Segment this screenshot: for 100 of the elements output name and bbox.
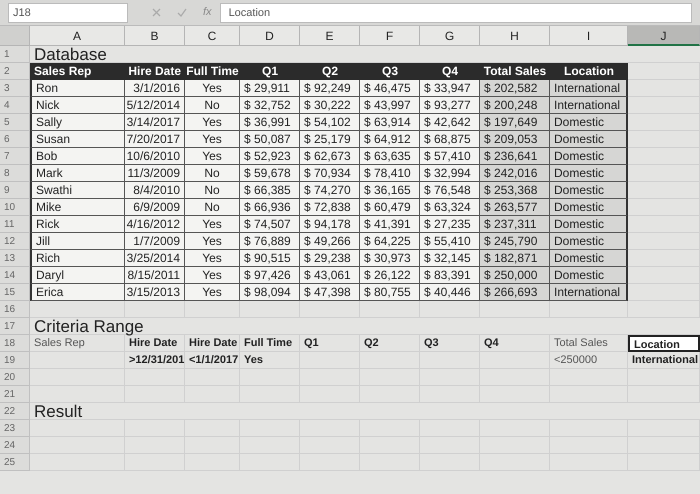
row-number[interactable]: 22 (0, 403, 30, 420)
table-cell: $ 62,673 (300, 148, 360, 165)
table-cell: Jill (30, 233, 125, 250)
empty-cell (185, 301, 240, 318)
table-cell: $ 60,479 (360, 199, 420, 216)
table-cell: Domestic (550, 216, 628, 233)
row-number[interactable]: 10 (0, 199, 30, 216)
row-number[interactable]: 14 (0, 267, 30, 284)
row-number[interactable]: 19 (0, 352, 30, 369)
insert-function-button[interactable]: fx (203, 4, 212, 21)
table-cell: Nick (30, 97, 125, 114)
checkmark-icon[interactable] (177, 8, 187, 17)
table-cell: Yes (185, 148, 240, 165)
table-cell: Yes (185, 216, 240, 233)
table-cell: $ 63,914 (360, 114, 420, 131)
table-cell: $ 43,061 (300, 267, 360, 284)
empty-cell (360, 301, 420, 318)
table-cell: $ 76,889 (240, 233, 300, 250)
column-header[interactable]: H (480, 26, 550, 46)
table-cell: $ 202,582 (480, 80, 550, 97)
table-cell: Mike (30, 199, 125, 216)
table-cell: Domestic (550, 114, 628, 131)
table-cell: $ 32,994 (420, 165, 480, 182)
cancel-icon[interactable] (152, 8, 161, 17)
table-cell: 7/20/2017 (125, 131, 185, 148)
row-number[interactable]: 3 (0, 80, 30, 97)
row-number[interactable]: 6 (0, 131, 30, 148)
column-header[interactable]: G (420, 26, 480, 46)
section-title: Result (30, 403, 700, 420)
row-number[interactable]: 18 (0, 335, 30, 352)
table-cell: Rich (30, 250, 125, 267)
table-cell: Full Time (240, 335, 300, 352)
row-number[interactable]: 23 (0, 420, 30, 437)
table-cell: <250000 (550, 352, 628, 369)
table-cell: $ 263,577 (480, 199, 550, 216)
row-number[interactable]: 25 (0, 454, 30, 471)
row-number[interactable]: 20 (0, 369, 30, 386)
column-header[interactable]: C (185, 26, 240, 46)
table-cell: Yes (185, 114, 240, 131)
table-cell: 3/25/2014 (125, 250, 185, 267)
empty-cell (628, 301, 700, 318)
table-cell: 8/15/2011 (125, 267, 185, 284)
empty-cell (420, 301, 480, 318)
row-number[interactable]: 4 (0, 97, 30, 114)
column-header[interactable]: I (550, 26, 628, 46)
select-all-corner[interactable] (0, 26, 30, 46)
table-cell: Q3 (420, 335, 480, 352)
table-cell: Q2 (360, 335, 420, 352)
table-cell: $ 50,087 (240, 131, 300, 148)
row-number[interactable]: 5 (0, 114, 30, 131)
table-cell: No (185, 182, 240, 199)
table-cell: No (185, 199, 240, 216)
row-number[interactable]: 1 (0, 46, 30, 63)
row-number[interactable]: 7 (0, 148, 30, 165)
table-cell: Domestic (550, 199, 628, 216)
table-cell: $ 33,947 (420, 80, 480, 97)
table-cell: Erica (30, 284, 125, 301)
name-box[interactable]: J18 (8, 2, 128, 22)
table-cell: $ 266,693 (480, 284, 550, 301)
table-cell: $ 66,936 (240, 199, 300, 216)
table-cell: Yes (185, 233, 240, 250)
row-number[interactable]: 24 (0, 437, 30, 454)
formula-bar[interactable]: Location (220, 2, 692, 22)
column-header[interactable]: E (300, 26, 360, 46)
row-number[interactable]: 11 (0, 216, 30, 233)
table-cell: $ 64,912 (360, 131, 420, 148)
row-number[interactable]: 13 (0, 250, 30, 267)
table-cell: $ 36,991 (240, 114, 300, 131)
column-header[interactable]: J (628, 26, 700, 46)
table-cell: $ 92,249 (300, 80, 360, 97)
row-number[interactable]: 17 (0, 318, 30, 335)
column-header[interactable]: F (360, 26, 420, 46)
column-header[interactable]: A (30, 26, 125, 46)
table-cell: 3/14/2017 (125, 114, 185, 131)
row-number[interactable]: 15 (0, 284, 30, 301)
table-cell: No (185, 165, 240, 182)
table-cell: Bob (30, 148, 125, 165)
row-number[interactable]: 8 (0, 165, 30, 182)
column-header[interactable]: D (240, 26, 300, 46)
table-cell: Susan (30, 131, 125, 148)
table-cell: Domestic (550, 148, 628, 165)
table-cell: Yes (185, 284, 240, 301)
table-cell: Yes (185, 250, 240, 267)
column-heading: Q2 (300, 63, 360, 80)
table-cell: $ 29,911 (240, 80, 300, 97)
row-number[interactable]: 2 (0, 63, 30, 80)
table-cell: Domestic (550, 165, 628, 182)
row-number[interactable]: 21 (0, 386, 30, 403)
table-cell: Domestic (550, 250, 628, 267)
table-cell: Sales Rep (30, 335, 125, 352)
table-cell: $ 63,324 (420, 199, 480, 216)
table-cell: $ 245,790 (480, 233, 550, 250)
table-cell: $ 27,235 (420, 216, 480, 233)
row-number[interactable]: 9 (0, 182, 30, 199)
table-cell: Sally (30, 114, 125, 131)
table-cell: Hire Date (125, 335, 185, 352)
row-number[interactable]: 16 (0, 301, 30, 318)
table-cell: $ 237,311 (480, 216, 550, 233)
column-header[interactable]: B (125, 26, 185, 46)
row-number[interactable]: 12 (0, 233, 30, 250)
